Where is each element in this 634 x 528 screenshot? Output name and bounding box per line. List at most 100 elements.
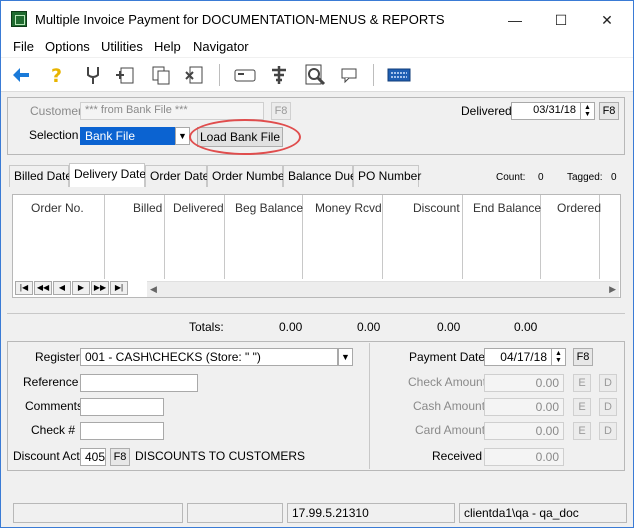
panel-divider bbox=[369, 343, 370, 469]
date-spinner-icon[interactable]: ▲ ▼ bbox=[551, 348, 566, 366]
column-header-end-balance[interactable]: End Balance bbox=[473, 201, 541, 215]
total-end-balance: 0.00 bbox=[514, 320, 538, 334]
delivered-date-field[interactable]: 03/31/18 bbox=[511, 102, 581, 120]
delete-page-icon[interactable] bbox=[183, 63, 207, 87]
menu-file[interactable]: File bbox=[13, 39, 34, 54]
selection-label: Selection bbox=[29, 128, 79, 142]
grid-column: Delivered bbox=[165, 195, 225, 279]
reference-label: Reference bbox=[23, 375, 79, 389]
check-amount-edit-button[interactable]: E bbox=[573, 374, 591, 392]
back-arrow-icon[interactable] bbox=[9, 63, 33, 87]
tab-delivery-date[interactable]: Delivery Date bbox=[69, 163, 146, 187]
check-amount-field[interactable]: 0.00 bbox=[484, 374, 564, 392]
check-number-label: Check # bbox=[31, 423, 76, 437]
scroll-left-icon[interactable]: ◀ bbox=[150, 284, 157, 295]
horizontal-scrollbar[interactable]: ◀ ▶ bbox=[147, 281, 619, 297]
chat-icon[interactable] bbox=[337, 63, 361, 87]
customer-label: Customer bbox=[30, 104, 83, 118]
chevron-down-icon[interactable]: ▼ bbox=[338, 348, 353, 366]
date-spinner-icon[interactable]: ▲ ▼ bbox=[580, 102, 595, 120]
status-bar: 17.99.5.21310 clientda1\qa - qa_doc bbox=[5, 503, 631, 525]
magnifier-icon[interactable] bbox=[303, 63, 327, 87]
column-header-billed[interactable]: Billed bbox=[133, 201, 162, 215]
tab-po-number[interactable]: PO Number bbox=[353, 165, 421, 187]
record-navigator: |◀ ◀◀ ◀ ▶ ▶▶ ▶| bbox=[15, 281, 129, 297]
customer-lookup-button[interactable]: F8 bbox=[271, 102, 291, 120]
minimize-button[interactable]: — bbox=[495, 7, 535, 33]
status-cell bbox=[13, 503, 183, 523]
toolbar-separator bbox=[373, 64, 374, 86]
highlight-ring bbox=[189, 119, 301, 155]
column-header-beg-balance[interactable]: Beg Balance bbox=[235, 201, 303, 215]
cash-amount-label: Cash Amount bbox=[413, 399, 486, 413]
help-question-icon[interactable]: ? bbox=[45, 63, 69, 87]
tab-order-date[interactable]: Order Date bbox=[145, 165, 209, 187]
selection-dropdown[interactable]: Bank File bbox=[80, 127, 176, 145]
maximize-button[interactable]: ☐ bbox=[541, 7, 581, 33]
comments-field[interactable] bbox=[80, 398, 164, 416]
scroll-right-icon[interactable]: ▶ bbox=[609, 284, 616, 295]
close-button[interactable]: ✕ bbox=[587, 7, 627, 33]
first-record-button[interactable]: |◀ bbox=[15, 281, 33, 295]
column-header-ordered[interactable]: Ordered bbox=[557, 201, 601, 215]
check-amount-detail-button[interactable]: D bbox=[599, 374, 617, 392]
check-number-field[interactable] bbox=[80, 422, 164, 440]
card-amount-detail-button[interactable]: D bbox=[599, 422, 617, 440]
invoice-grid[interactable]: Order No. Billed Delivered Beg Balance M… bbox=[12, 194, 621, 298]
card-amount-field[interactable]: 0.00 bbox=[484, 422, 564, 440]
register-label: Register bbox=[35, 350, 80, 364]
toolbar: ? bbox=[1, 58, 633, 92]
total-beg-balance: 0.00 bbox=[279, 320, 303, 334]
register-dropdown[interactable]: 001 - CASH\CHECKS (Store: " ") bbox=[80, 348, 338, 366]
column-header-money-rcvd[interactable]: Money Rcvd bbox=[315, 201, 382, 215]
column-header-discount[interactable]: Discount bbox=[413, 201, 460, 215]
chevron-down-icon[interactable]: ▼ bbox=[175, 127, 190, 145]
payment-date-field[interactable]: 04/17/18 bbox=[484, 348, 552, 366]
add-page-icon[interactable] bbox=[113, 63, 137, 87]
delivered-label: Delivered bbox=[461, 104, 512, 118]
customer-field[interactable]: *** from Bank File *** bbox=[80, 102, 264, 120]
count-label: Count: bbox=[496, 172, 526, 183]
tuning-fork-icon[interactable] bbox=[81, 63, 105, 87]
tab-billed-date[interactable]: Billed Date bbox=[9, 165, 72, 187]
menu-bar: File Options Utilities Help Navigator bbox=[1, 37, 633, 57]
grid-column: Beg Balance bbox=[225, 195, 303, 279]
delivered-lookup-button[interactable]: F8 bbox=[599, 102, 619, 120]
card-amount-label: Card Amount bbox=[415, 423, 486, 437]
grid-column: End Balance bbox=[463, 195, 541, 279]
next-page-button[interactable]: ▶▶ bbox=[91, 281, 109, 295]
column-header-delivered[interactable]: Delivered bbox=[173, 201, 224, 215]
app-icon bbox=[11, 11, 27, 27]
next-record-button[interactable]: ▶ bbox=[72, 281, 90, 295]
cash-amount-field[interactable]: 0.00 bbox=[484, 398, 564, 416]
prev-page-button[interactable]: ◀◀ bbox=[34, 281, 52, 295]
discount-account-field[interactable]: 405 bbox=[80, 448, 106, 466]
tab-balance-due[interactable]: Balance Due bbox=[283, 165, 357, 187]
received-label: Received bbox=[432, 449, 483, 463]
discount-lookup-button[interactable]: F8 bbox=[110, 448, 130, 466]
total-money-rcvd: 0.00 bbox=[357, 320, 381, 334]
comments-label: Comments bbox=[25, 399, 84, 413]
last-record-button[interactable]: ▶| bbox=[110, 281, 128, 295]
total-discount: 0.00 bbox=[437, 320, 461, 334]
keyboard-icon[interactable] bbox=[387, 63, 411, 87]
cash-amount-detail-button[interactable]: D bbox=[599, 398, 617, 416]
reference-field[interactable] bbox=[80, 374, 198, 392]
copy-pages-icon[interactable] bbox=[149, 63, 173, 87]
discount-account-label: Discount Act bbox=[13, 449, 80, 463]
card-icon[interactable] bbox=[233, 63, 257, 87]
payment-date-lookup-button[interactable]: F8 bbox=[573, 348, 593, 366]
received-field: 0.00 bbox=[484, 448, 564, 466]
column-header-order-no[interactable]: Order No. bbox=[31, 201, 84, 215]
menu-utilities[interactable]: Utilities bbox=[101, 39, 143, 54]
card-amount-edit-button[interactable]: E bbox=[573, 422, 591, 440]
menu-options[interactable]: Options bbox=[45, 39, 90, 54]
tab-order-number[interactable]: Order Number bbox=[207, 165, 289, 187]
prev-record-button[interactable]: ◀ bbox=[53, 281, 71, 295]
menu-navigator[interactable]: Navigator bbox=[193, 39, 249, 54]
tree-icon[interactable] bbox=[267, 63, 291, 87]
menu-help[interactable]: Help bbox=[154, 39, 181, 54]
svg-text:?: ? bbox=[51, 65, 62, 85]
cash-amount-edit-button[interactable]: E bbox=[573, 398, 591, 416]
grid-column: Discount bbox=[383, 195, 463, 279]
